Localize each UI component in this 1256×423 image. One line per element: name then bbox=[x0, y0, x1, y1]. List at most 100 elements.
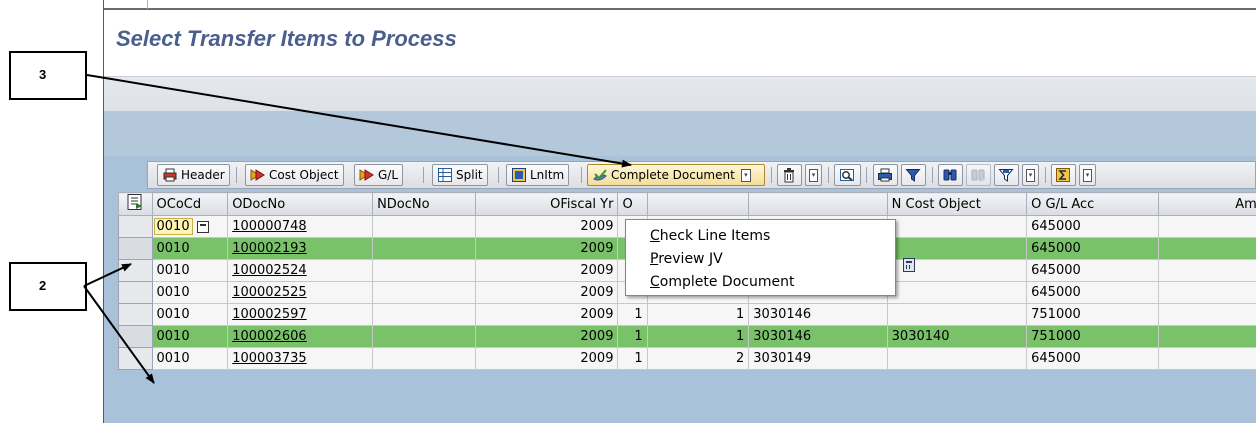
toolbar-separator bbox=[771, 167, 772, 183]
cell-ococd: 0010 bbox=[151, 237, 229, 260]
filter-menu-button[interactable]: ▾ bbox=[1022, 164, 1039, 186]
split-button-label: Split bbox=[456, 168, 483, 182]
delete-menu-button[interactable]: ▾ bbox=[805, 164, 822, 186]
row-selector[interactable] bbox=[118, 347, 153, 370]
sum-menu-button[interactable]: ▾ bbox=[1079, 164, 1096, 186]
cell-ococd: 0010 bbox=[151, 259, 229, 282]
printer-icon bbox=[162, 167, 178, 183]
split-button[interactable]: Split bbox=[432, 164, 488, 186]
gl-button[interactable]: G/L bbox=[354, 164, 404, 186]
toolbar-separator bbox=[581, 167, 582, 183]
cell-amount bbox=[1158, 259, 1256, 282]
sum-button[interactable] bbox=[1051, 164, 1076, 186]
row-selector[interactable] bbox=[118, 259, 153, 282]
toolbar-separator bbox=[1045, 167, 1046, 183]
filter-button[interactable] bbox=[901, 164, 926, 186]
cell-odocno-link[interactable]: 100002524 bbox=[227, 259, 374, 282]
alv-toolbar: Header Cost Object G/L Split LnItm Compl… bbox=[147, 161, 1256, 189]
col-header-ococd[interactable]: OCoCd bbox=[151, 192, 229, 216]
cell-hidden-1: 1 bbox=[646, 303, 750, 326]
lnitm-button[interactable]: LnItm bbox=[506, 164, 570, 186]
checkmark-icon bbox=[592, 167, 608, 183]
header-button[interactable]: Header bbox=[157, 164, 230, 186]
table-row: 0010 100002597 2009 1 1 3030146 751000 bbox=[118, 303, 1256, 326]
row-selector[interactable] bbox=[118, 325, 153, 348]
print-button[interactable] bbox=[873, 164, 898, 186]
line-item-icon bbox=[511, 167, 527, 183]
find-button[interactable] bbox=[938, 164, 963, 186]
cell-fiscal-yr: 2009 bbox=[474, 281, 619, 304]
select-all-button[interactable] bbox=[118, 192, 153, 216]
split-icon bbox=[437, 167, 453, 183]
cell-ndocno bbox=[372, 303, 476, 326]
find-next-button[interactable] bbox=[966, 164, 991, 186]
cell-o: 1 bbox=[617, 325, 648, 348]
cell-gl-acc: 645000 bbox=[1026, 281, 1160, 304]
delete-button[interactable] bbox=[777, 164, 802, 186]
cell-odocno-link[interactable]: 100000748 bbox=[227, 215, 374, 238]
callout-3: 3 bbox=[9, 51, 87, 100]
toolbar-separator bbox=[236, 167, 237, 183]
cell-odocno-link[interactable]: 100002597 bbox=[227, 303, 374, 326]
window-top-divider bbox=[147, 0, 148, 9]
cell-n-cost-object bbox=[886, 281, 1028, 304]
col-header-hidden-1[interactable] bbox=[646, 192, 750, 216]
col-header-o[interactable]: O bbox=[617, 192, 648, 216]
row-selector[interactable] bbox=[118, 237, 153, 260]
cell-gl-acc: 645000 bbox=[1026, 347, 1160, 370]
cell-hidden-2: 3030149 bbox=[748, 347, 888, 370]
find-next-icon bbox=[970, 167, 986, 183]
cell-n-cost-object: 3030140 bbox=[886, 325, 1028, 348]
cost-object-icon bbox=[250, 167, 266, 183]
row-selector[interactable] bbox=[118, 281, 153, 304]
dropdown-arrow-icon: ▾ bbox=[740, 168, 751, 182]
cocd-input[interactable]: 0010 bbox=[153, 218, 193, 235]
row-selector[interactable] bbox=[118, 303, 153, 326]
menu-item-complete-document[interactable]: Complete Document bbox=[626, 271, 895, 294]
toolbar-separator bbox=[866, 167, 867, 183]
col-header-ndocno[interactable]: NDocNo bbox=[372, 192, 476, 216]
cell-ndocno bbox=[372, 347, 476, 370]
menu-item-preview-jv-accel: P bbox=[650, 251, 659, 267]
col-header-o-gl-acc[interactable]: O G/L Acc bbox=[1026, 192, 1160, 216]
details-button[interactable] bbox=[834, 164, 861, 186]
menu-item-check-line-items[interactable]: Check Line Items bbox=[626, 225, 895, 248]
menu-item-check-line-items-accel: C bbox=[650, 228, 660, 244]
cell-ococd[interactable]: 0010 bbox=[151, 215, 229, 238]
cell-odocno-link[interactable]: 100002525 bbox=[227, 281, 374, 304]
sum-icon bbox=[1055, 167, 1071, 183]
cell-ndocno bbox=[372, 325, 476, 348]
cell-n-cost-object bbox=[886, 303, 1028, 326]
cell-amount bbox=[1158, 347, 1256, 370]
menu-item-preview-jv-label: review JV bbox=[658, 251, 723, 267]
col-header-hidden-2[interactable] bbox=[748, 192, 888, 216]
menu-item-check-line-items-label: heck Line Items bbox=[659, 228, 771, 244]
cell-odocno-link[interactable]: 100002193 bbox=[227, 237, 374, 260]
cell-fiscal-yr: 2009 bbox=[474, 259, 619, 282]
cell-ndocno bbox=[372, 215, 476, 238]
cell-o: 1 bbox=[617, 303, 648, 326]
col-header-ofiscal-yr[interactable]: OFiscal Yr bbox=[474, 192, 619, 216]
calculator-icon[interactable] bbox=[903, 258, 915, 272]
dropdown-arrow-icon: ▾ bbox=[1026, 168, 1035, 182]
complete-document-menu-button[interactable]: Complete Document ▾ bbox=[587, 164, 765, 186]
toolbar-separator bbox=[423, 167, 424, 183]
cell-gl-acc: 751000 bbox=[1026, 303, 1160, 326]
cost-object-button[interactable]: Cost Object bbox=[245, 164, 344, 186]
set-filter-button[interactable] bbox=[994, 164, 1019, 186]
find-icon bbox=[942, 167, 958, 183]
cell-n-cost-object[interactable] bbox=[886, 237, 1028, 260]
col-header-odocno[interactable]: ODocNo bbox=[227, 192, 374, 216]
col-header-n-cost-object[interactable]: N Cost Object bbox=[886, 192, 1028, 216]
cell-hidden-1: 1 bbox=[646, 325, 750, 348]
select-all-icon bbox=[127, 194, 143, 210]
cell-odocno-link[interactable]: 100003735 bbox=[227, 347, 374, 370]
menu-item-preview-jv[interactable]: Preview JV bbox=[626, 248, 895, 271]
value-help-icon[interactable] bbox=[196, 220, 209, 233]
row-selector[interactable] bbox=[118, 215, 153, 238]
header-button-label: Header bbox=[181, 168, 225, 182]
col-header-amount[interactable]: Amou bbox=[1158, 192, 1256, 216]
menu-item-complete-document-accel: C bbox=[650, 274, 660, 290]
cell-ndocno bbox=[372, 281, 476, 304]
cell-odocno-link[interactable]: 100002606 bbox=[227, 325, 374, 348]
